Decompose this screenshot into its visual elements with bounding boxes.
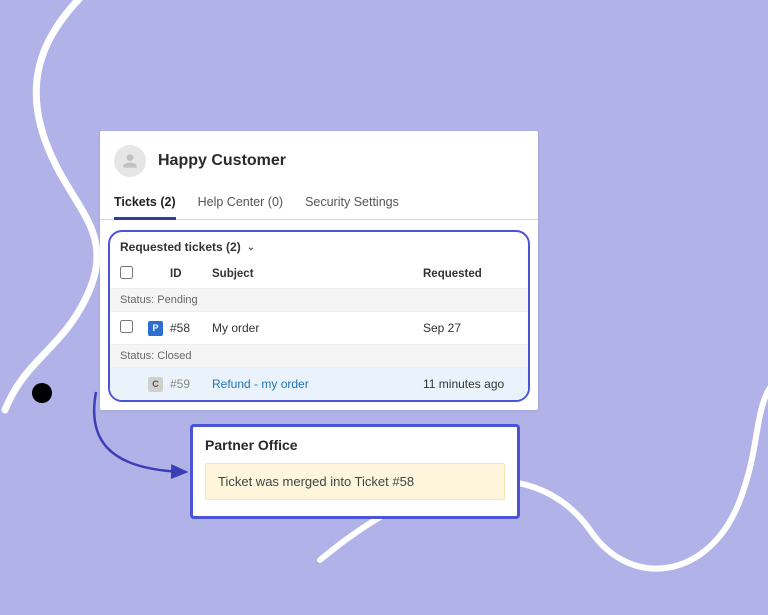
status-group-pending: Status: Pending xyxy=(110,288,528,311)
tab-bar: Tickets (2) Help Center (0) Security Set… xyxy=(100,187,538,220)
table-row[interactable]: C #59 Refund - my order 11 minutes ago xyxy=(110,367,528,400)
person-icon xyxy=(120,151,140,171)
tab-security-settings[interactable]: Security Settings xyxy=(305,187,399,219)
profile-name: Happy Customer xyxy=(158,152,286,170)
column-subject: Subject xyxy=(212,268,423,280)
ticket-subject-link[interactable]: Refund - my order xyxy=(212,377,423,391)
row-checkbox[interactable] xyxy=(120,320,133,333)
callout-title: Partner Office xyxy=(205,437,505,453)
status-badge-closed: C xyxy=(148,377,163,392)
profile-header: Happy Customer xyxy=(100,131,538,187)
merge-callout: Partner Office Ticket was merged into Ti… xyxy=(190,424,520,519)
status-badge-pending: P xyxy=(148,321,163,336)
ticket-id: #59 xyxy=(170,377,212,391)
table-row[interactable]: P #58 My order Sep 27 xyxy=(110,311,528,344)
merge-banner: Ticket was merged into Ticket #58 xyxy=(205,463,505,500)
requested-tickets-panel: Requested tickets (2) ⌄ ID Subject Reque… xyxy=(108,230,530,402)
chevron-down-icon: ⌄ xyxy=(247,242,255,253)
ticket-subject: My order xyxy=(212,321,423,335)
customer-tickets-card: Happy Customer Tickets (2) Help Center (… xyxy=(100,131,538,410)
tab-tickets[interactable]: Tickets (2) xyxy=(114,187,176,219)
ticket-requested: 11 minutes ago xyxy=(423,377,518,391)
table-header: ID Subject Requested xyxy=(110,260,528,288)
ticket-id: #58 xyxy=(170,321,212,335)
panel-title: Requested tickets (2) xyxy=(120,240,241,254)
decorative-dot xyxy=(32,383,52,403)
status-group-closed: Status: Closed xyxy=(110,344,528,367)
tab-help-center[interactable]: Help Center (0) xyxy=(198,187,283,219)
ticket-requested: Sep 27 xyxy=(423,321,518,335)
column-id: ID xyxy=(170,268,212,280)
select-all-checkbox[interactable] xyxy=(120,266,133,279)
avatar xyxy=(114,145,146,177)
panel-header[interactable]: Requested tickets (2) ⌄ xyxy=(110,232,528,260)
column-requested: Requested xyxy=(423,268,518,280)
